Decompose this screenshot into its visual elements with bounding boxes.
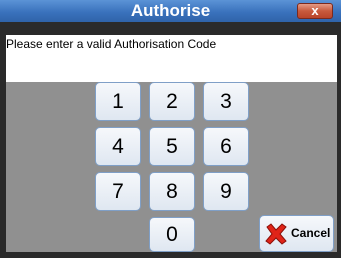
title-bar: Authorise x xyxy=(0,0,341,22)
authorise-dialog: Authorise x Please enter a valid Authori… xyxy=(0,0,341,258)
key-1[interactable]: 1 xyxy=(95,82,141,121)
window-title: Authorise xyxy=(130,1,211,20)
keypad-panel: 1 2 3 4 5 6 7 8 9 0 Cancel xyxy=(6,82,337,252)
key-8[interactable]: 8 xyxy=(149,172,195,211)
key-4[interactable]: 4 xyxy=(95,127,141,166)
key-6[interactable]: 6 xyxy=(203,127,249,166)
close-icon: x xyxy=(311,3,319,18)
key-9[interactable]: 9 xyxy=(203,172,249,211)
cancel-button[interactable]: Cancel xyxy=(259,215,334,252)
close-button[interactable]: x xyxy=(297,3,333,19)
red-x-icon xyxy=(265,223,287,245)
message-text: Please enter a valid Authorisation Code xyxy=(6,37,217,51)
key-3[interactable]: 3 xyxy=(203,82,249,121)
message-panel: Please enter a valid Authorisation Code xyxy=(6,35,337,82)
key-0[interactable]: 0 xyxy=(149,217,195,252)
key-7[interactable]: 7 xyxy=(95,172,141,211)
key-2[interactable]: 2 xyxy=(149,82,195,121)
key-5[interactable]: 5 xyxy=(149,127,195,166)
cancel-label: Cancel xyxy=(291,226,331,240)
